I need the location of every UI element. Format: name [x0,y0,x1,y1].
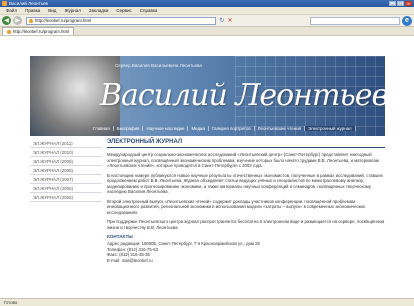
page-title: ЭЛЕКТРОННЫЙ ЖУРНАЛ [107,139,385,148]
sidebar-item-2011[interactable]: ЭЛ.ЖУРНАЛ (2011) [30,139,102,148]
menu-view[interactable]: Вид [48,8,56,13]
navigation-toolbar: ◀ ▶ http://leontief.ru/program.html ↻ ✕ … [0,15,414,27]
close-button[interactable]: × [405,1,412,6]
status-bar: Готово [0,298,414,306]
content-paragraph: Второй электронный выпуск «Леонтьевских … [107,198,366,215]
nav-readings[interactable]: Леонтьевские чтения [255,126,306,131]
tab-current[interactable]: http://leontief.ru/program.html [2,27,75,35]
sidebar-item-2005[interactable]: ЭЛ.ЖУРНАЛ (2005) [30,193,102,202]
web-page: Сервер Василия Васильевича Леонтьева Вас… [0,36,414,298]
sidebar-item-2010[interactable]: ЭЛ.ЖУРНАЛ (2010) [30,148,102,157]
sidebar-item-2008[interactable]: ЭЛ.ЖУРНАЛ (2008) [30,166,102,175]
window-controls: – □ × [389,1,412,6]
main-content: ЭЛЕКТРОННЫЙ ЖУРНАЛ Международный центр с… [107,139,385,263]
menu-edit[interactable]: Правка [25,8,40,13]
reload-icon[interactable]: ↻ [218,17,226,25]
journal-sidebar: ЭЛ.ЖУРНАЛ (2011) ЭЛ.ЖУРНАЛ (2010) ЭЛ.ЖУР… [30,139,102,202]
window-title: Василий Леонтьев [9,1,48,6]
menu-history[interactable]: Журнал [64,8,80,13]
back-button[interactable]: ◀ [2,16,11,25]
status-text: Готово [4,300,18,305]
menu-tools[interactable]: Сервис [116,8,131,13]
nav-heritage[interactable]: Научное наследие [143,126,189,131]
nav-journal[interactable]: Электронный журнал [305,126,356,131]
nav-home[interactable]: Главная [90,126,114,131]
content-paragraph: При поддержке Леонтьевского центра журна… [107,219,385,230]
sidebar-item-2006[interactable]: ЭЛ.ЖУРНАЛ (2006) [30,184,102,193]
forward-button[interactable]: ▶ [13,16,22,25]
minimize-button[interactable]: – [389,1,396,6]
contacts-heading: КОНТАКТЫ [107,234,133,239]
site-favicon [29,18,33,23]
nav-media[interactable]: Медиа [188,126,209,131]
tab-favicon [7,29,11,34]
site-banner: Сервер Василия Васильевича Леонтьева Вас… [30,56,385,136]
menu-help[interactable]: Справка [140,8,158,13]
site-logo[interactable]: Василий Леонтьев [100,78,385,113]
maximize-button[interactable]: □ [397,1,404,6]
nav-portraits[interactable]: Галерея портретов [209,126,255,131]
content-paragraph: В настоящем номере публикуются новые нау… [107,172,383,195]
browser-logo-icon: e [402,16,412,26]
menu-bar: Файл Правка Вид Журнал Закладки Сервис С… [0,7,414,15]
tab-label: http://leontief.ru/program.html [13,29,70,34]
window-titlebar: Василий Леонтьев – □ × [0,0,414,7]
site-supertitle: Сервер Василия Васильевича Леонтьева [115,63,202,68]
address-url: http://leontief.ru/program.html [35,18,92,23]
sidebar-item-2007[interactable]: ЭЛ.ЖУРНАЛ (2007) [30,175,102,184]
contact-email[interactable]: E-mail: mail@leontief.ru [107,258,385,264]
menu-bookmarks[interactable]: Закладки [89,8,108,13]
stop-icon[interactable]: ✕ [226,17,234,25]
tab-bar: http://leontief.ru/program.html [0,27,414,36]
search-input[interactable] [310,16,400,25]
nav-biography[interactable]: Биография [114,126,144,131]
site-nav: Главная Биография Научное наследие Медиа… [90,126,356,131]
menu-file[interactable]: Файл [6,8,17,13]
firefox-icon [2,1,7,6]
content-paragraph: Международный центр социально-экономичес… [107,152,379,168]
sidebar-item-2009[interactable]: ЭЛ.ЖУРНАЛ (2009) [30,157,102,166]
address-bar[interactable]: http://leontief.ru/program.html [26,16,216,25]
